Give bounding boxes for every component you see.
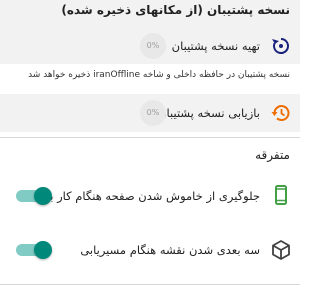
create-backup-row[interactable]: تهیه نسخه پشتیبان 0% [0, 28, 300, 64]
cube-icon [270, 239, 292, 261]
create-backup-label: تهیه نسخه پشتیبان [171, 39, 260, 53]
restore-icon [270, 102, 292, 124]
create-backup-progress: 0% [140, 33, 166, 59]
backup-section-header: نسخه پشتیبان (از مکانهای ذخیره شده) [0, 0, 300, 28]
keep-screen-on-label: جلوگیری از خاموش شدن صفحه هنگام کار با ن… [17, 189, 260, 203]
keep-screen-on-setting[interactable]: جلوگیری از خاموش شدن صفحه هنگام کار با ن… [0, 178, 300, 214]
restore-backup-label: بازیابی نسخه پشتیبان [158, 106, 260, 120]
toggle-thumb [34, 241, 52, 259]
toggle-thumb [34, 187, 52, 205]
restore-backup-row[interactable]: بازیابی نسخه پشتیبان 0% [0, 94, 300, 132]
3d-map-toggle[interactable] [16, 241, 52, 259]
backup-icon [270, 35, 292, 57]
phone-icon [270, 184, 292, 206]
backup-section-title: نسخه پشتیبان (از مکانهای ذخیره شده) [61, 3, 290, 17]
misc-section-header: متفرقه [0, 138, 300, 172]
backup-location-note: نسخه پشتیبان در حافظه داخلی و شاخه iranO… [28, 70, 290, 80]
3d-map-setting[interactable]: سه بعدی شدن نقشه هنگام مسیریابی [0, 232, 300, 268]
restore-backup-progress: 0% [140, 100, 166, 126]
3d-map-label: سه بعدی شدن نقشه هنگام مسیریابی [80, 243, 260, 257]
misc-section-title: متفرقه [255, 148, 290, 162]
bottom-divider [0, 284, 300, 285]
keep-screen-on-toggle[interactable] [16, 187, 52, 205]
